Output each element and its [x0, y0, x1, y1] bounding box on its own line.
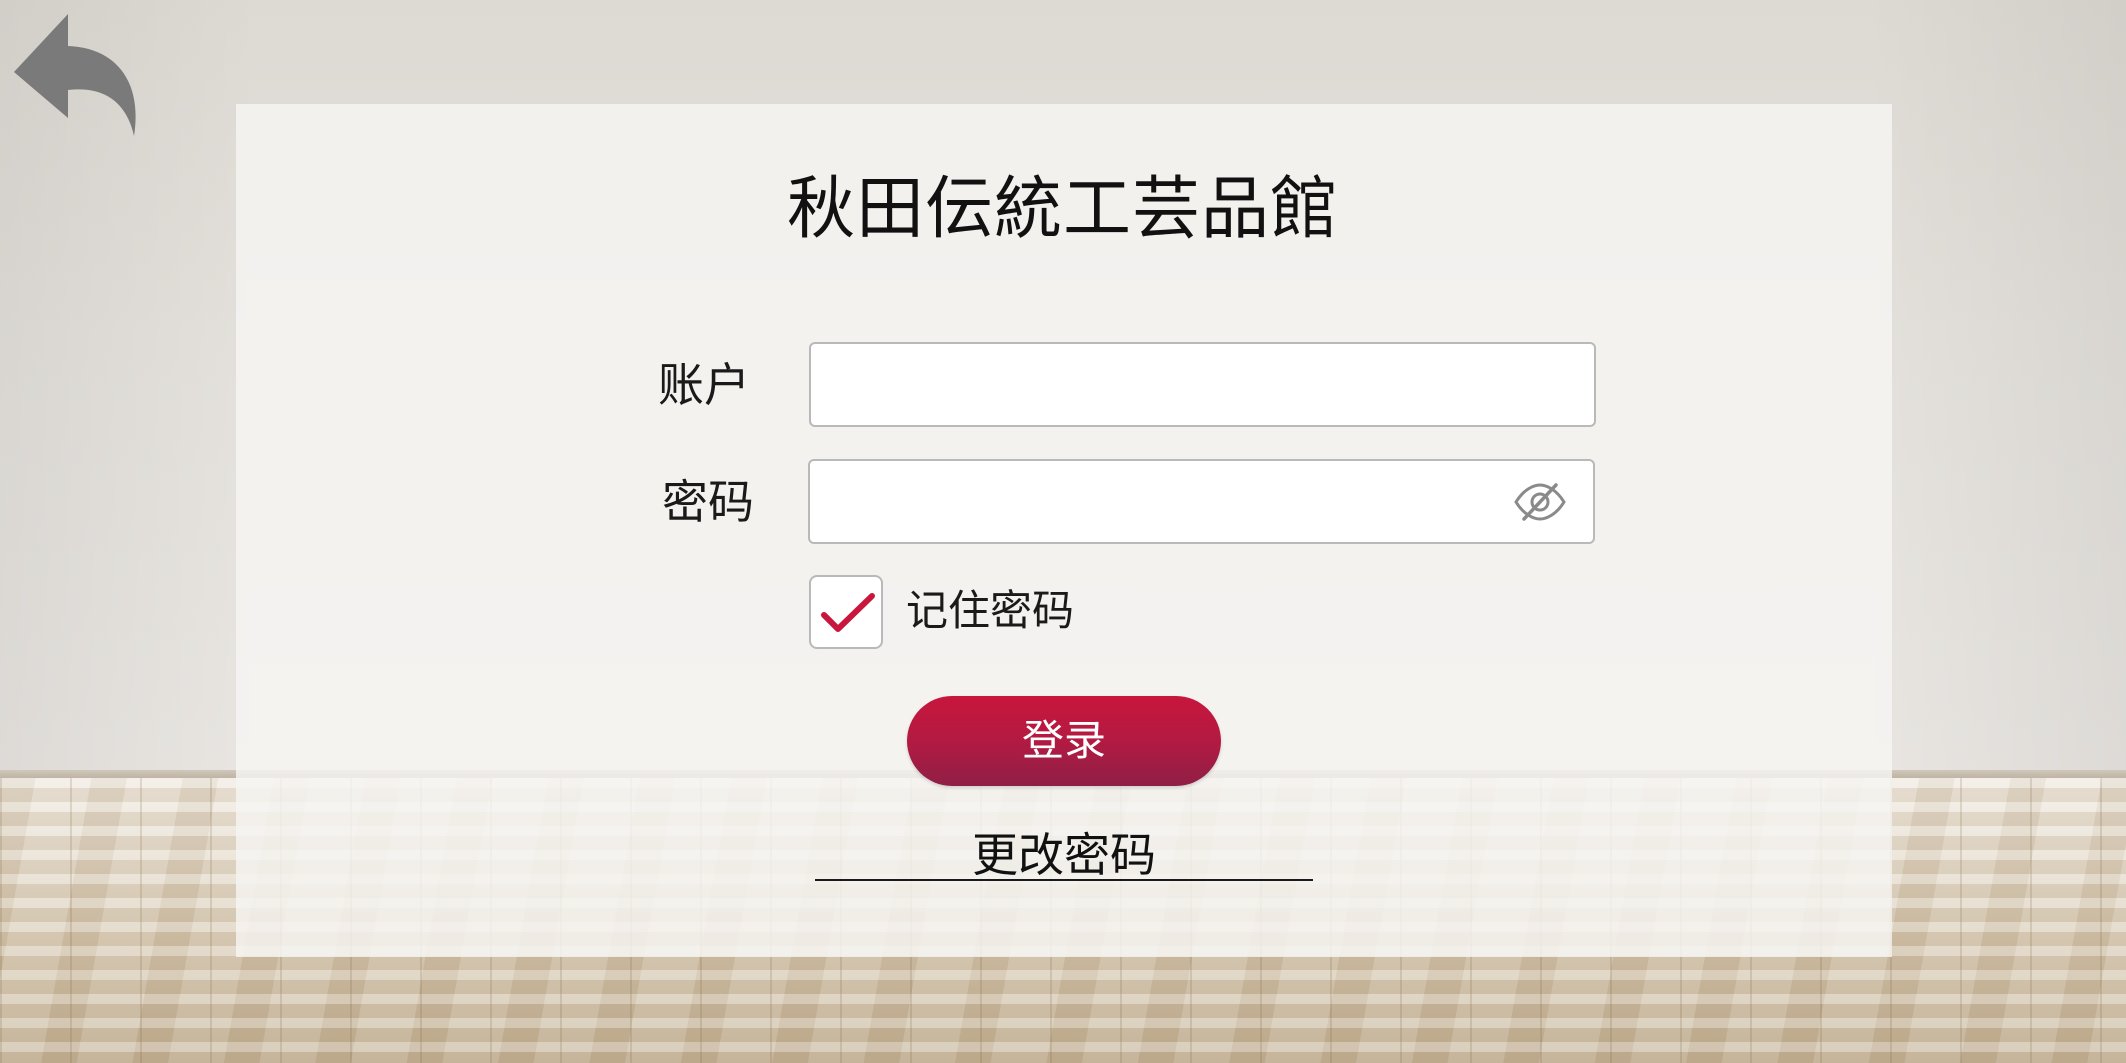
remember-password-checkbox[interactable] — [809, 575, 883, 649]
password-label: 密码 — [662, 475, 754, 529]
password-input[interactable] — [808, 459, 1595, 544]
remember-password-label: 记住密码 — [906, 586, 1075, 635]
eye-slash-icon — [1514, 483, 1566, 521]
back-button[interactable] — [10, 10, 140, 140]
wall-shade-right — [1866, 0, 2126, 775]
account-input[interactable] — [809, 342, 1596, 427]
password-visibility-toggle[interactable] — [1512, 481, 1568, 523]
page-title: 秋田伝統工芸品館 — [786, 170, 1339, 249]
checkmark-icon — [821, 593, 875, 632]
back-arrow-icon — [14, 14, 136, 136]
change-password-link[interactable]: 更改密码 — [815, 825, 1313, 882]
login-button[interactable]: 登录 — [907, 696, 1221, 786]
account-label: 账户 — [658, 358, 750, 412]
